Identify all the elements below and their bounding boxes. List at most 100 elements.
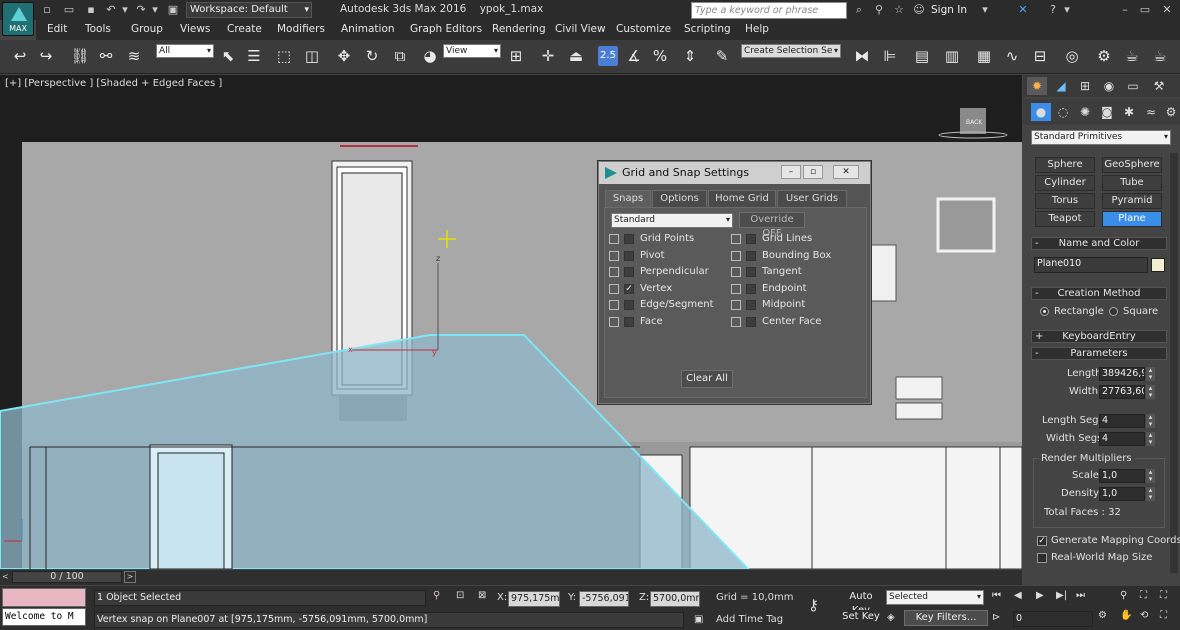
lights-icon[interactable]: ✺ xyxy=(1075,103,1095,121)
curve-editor-icon[interactable]: ∿ xyxy=(1002,46,1022,66)
angle-snap-icon[interactable]: ∡ xyxy=(624,46,644,66)
spinner-snap-icon[interactable]: ⇕ xyxy=(680,46,700,66)
systems-icon[interactable]: ⚙ xyxy=(1161,103,1180,121)
density-spinner-icon[interactable]: ▴ ▾ xyxy=(1146,487,1155,501)
tab-snaps[interactable]: Snaps xyxy=(605,190,651,208)
set-key-button[interactable]: Set Key xyxy=(840,610,882,626)
scale-input[interactable]: 1,0 xyxy=(1099,469,1145,483)
select-and-manipulate-icon[interactable]: ✛ xyxy=(538,46,558,66)
modify-tab-icon[interactable]: ◢ xyxy=(1051,77,1071,95)
time-slider[interactable]: < 0 / 100 > xyxy=(0,570,1022,585)
key-mode-toggle-icon[interactable]: ⊳ xyxy=(992,612,1000,623)
render-setup-icon[interactable]: ⚙ xyxy=(1094,46,1114,66)
z-coordinate-input[interactable]: 5700,0mm xyxy=(650,591,700,607)
toggle-ribbon-icon[interactable]: ▦ xyxy=(974,46,994,66)
display-tab-icon[interactable]: ▭ xyxy=(1123,77,1143,95)
close-window-icon[interactable]: ✕ xyxy=(1160,3,1174,17)
menu-graph-editors[interactable]: Graph Editors xyxy=(410,23,482,35)
cylinder-button[interactable]: Cylinder xyxy=(1035,175,1095,191)
snap-checkbox[interactable] xyxy=(746,267,756,277)
window-crossing-icon[interactable]: ◫ xyxy=(302,46,322,66)
set-key-icon[interactable]: ⚷ xyxy=(808,596,819,614)
isolate-selection-icon[interactable]: ⚲ xyxy=(433,590,440,601)
pan-view-icon[interactable]: ✋ xyxy=(1120,610,1132,621)
y-coordinate-input[interactable]: -5756,091n xyxy=(579,591,629,607)
close-icon[interactable]: ✕ xyxy=(833,165,859,179)
width-segs-input[interactable]: 4 xyxy=(1099,432,1145,446)
zoom-all-icon[interactable]: ⛶ xyxy=(1140,590,1147,601)
clear-all-button[interactable]: Clear All xyxy=(681,370,733,388)
motion-tab-icon[interactable]: ◉ xyxy=(1099,77,1119,95)
menu-views[interactable]: Views xyxy=(180,23,210,35)
maxscript-listener-output[interactable] xyxy=(2,588,86,607)
menu-modifiers[interactable]: Modifiers xyxy=(277,23,325,35)
snap-checkbox[interactable] xyxy=(746,300,756,310)
utilities-tab-icon[interactable]: ⚒ xyxy=(1149,77,1169,95)
absolute-mode-icon[interactable]: ⊠ xyxy=(478,590,486,601)
time-tag-icon[interactable]: ▣ xyxy=(694,614,703,625)
select-object-icon[interactable]: ⬉ xyxy=(218,46,238,66)
object-name-input[interactable]: Plane010 xyxy=(1034,257,1148,273)
creation-method-rollout[interactable]: - Creation Method xyxy=(1031,287,1167,300)
selection-lock-icon[interactable]: ⊡ xyxy=(456,590,464,601)
redo-icon[interactable]: ↷ xyxy=(134,3,148,17)
go-to-end-icon[interactable]: ⏭ xyxy=(1076,590,1085,601)
helpers-icon[interactable]: ✱ xyxy=(1119,103,1139,121)
menu-tools[interactable]: Tools xyxy=(85,23,111,35)
redo-dropdown-icon[interactable]: ▾ xyxy=(148,3,162,17)
toggle-layer-explorer-icon[interactable]: ▥ xyxy=(942,46,962,66)
orbit-icon[interactable]: ⟲ xyxy=(1140,610,1148,621)
menu-edit[interactable]: Edit xyxy=(47,23,67,35)
project-folder-icon[interactable]: ▣ xyxy=(166,3,180,17)
help-dropdown-icon[interactable]: ▾ xyxy=(1060,3,1074,17)
cameras-icon[interactable]: ◙ xyxy=(1097,103,1117,121)
edit-named-selection-icon[interactable]: ✎ xyxy=(712,46,732,66)
plane-button[interactable]: Plane xyxy=(1102,211,1162,227)
tab-options[interactable]: Options xyxy=(652,190,707,208)
geosphere-button[interactable]: GeoSphere xyxy=(1102,157,1162,173)
length-segs-spinner-icon[interactable]: ▴ ▾ xyxy=(1146,414,1155,428)
snap-checkbox[interactable] xyxy=(746,250,756,261)
teapot-button[interactable]: Teapot xyxy=(1035,211,1095,227)
generate-mapping-checkbox[interactable]: ✓ xyxy=(1037,536,1047,546)
space-warps-icon[interactable]: ≈ xyxy=(1141,103,1161,121)
help-icon[interactable]: ? xyxy=(1046,3,1060,17)
snap-checkbox[interactable] xyxy=(624,300,634,310)
align-icon[interactable]: ⊫ xyxy=(880,46,900,66)
open-file-icon[interactable]: ▭ xyxy=(62,3,76,17)
current-frame-input[interactable]: 0 xyxy=(1013,611,1093,627)
square-radio[interactable] xyxy=(1109,307,1118,316)
communication-center-icon[interactable]: ⚲ xyxy=(872,3,886,17)
menu-animation[interactable]: Animation xyxy=(341,23,395,35)
sphere-button[interactable]: Sphere xyxy=(1035,157,1095,173)
tab-home-grid[interactable]: Home Grid xyxy=(708,190,776,208)
go-to-start-icon[interactable]: ⏮ xyxy=(992,590,1001,601)
bind-to-space-warp-icon[interactable]: ≋ xyxy=(124,46,144,66)
material-editor-icon[interactable]: ◎ xyxy=(1062,46,1082,66)
selection-filter-dropdown[interactable]: All xyxy=(156,44,214,58)
favorites-star-icon[interactable]: ☆ xyxy=(892,3,906,17)
time-configuration-icon[interactable]: ⚙ xyxy=(1098,610,1107,621)
rendered-frame-window-icon[interactable]: ☕ xyxy=(1122,46,1142,66)
geometry-icon[interactable]: ● xyxy=(1031,103,1051,121)
undo-icon[interactable]: ↩ xyxy=(10,46,30,66)
select-and-scale-icon[interactable]: ⧉ xyxy=(390,46,410,66)
dialog-titlebar[interactable]: Grid and Snap Settings – ▫ ✕ xyxy=(599,162,870,184)
time-slider-thumb[interactable]: 0 / 100 xyxy=(12,571,122,583)
key-mode-dropdown[interactable]: Selected xyxy=(886,590,984,605)
menu-customize[interactable]: Customize xyxy=(616,23,671,35)
tab-user-grids[interactable]: User Grids xyxy=(777,190,847,208)
keyboard-shortcut-override-icon[interactable]: ⏏ xyxy=(566,46,586,66)
maximize-window-icon[interactable]: ▭ xyxy=(1138,3,1152,17)
viewport-label[interactable]: [+] [Perspective ] [Shaded + Edged Faces… xyxy=(5,78,222,89)
parameters-rollout[interactable]: - Parameters xyxy=(1031,347,1167,360)
torus-button[interactable]: Torus xyxy=(1035,193,1095,209)
mirror-icon[interactable]: ⧓ xyxy=(852,46,872,66)
maximize-icon[interactable]: ▫ xyxy=(803,165,823,179)
undo-dropdown-icon[interactable]: ▾ xyxy=(118,3,132,17)
unlink-selection-icon[interactable]: ⚯ xyxy=(96,46,116,66)
length-segs-input[interactable]: 4 xyxy=(1099,414,1145,428)
real-world-checkbox[interactable] xyxy=(1037,553,1047,563)
save-file-icon[interactable]: ▪ xyxy=(84,3,98,17)
reference-coordinate-dropdown[interactable]: View xyxy=(443,44,501,58)
